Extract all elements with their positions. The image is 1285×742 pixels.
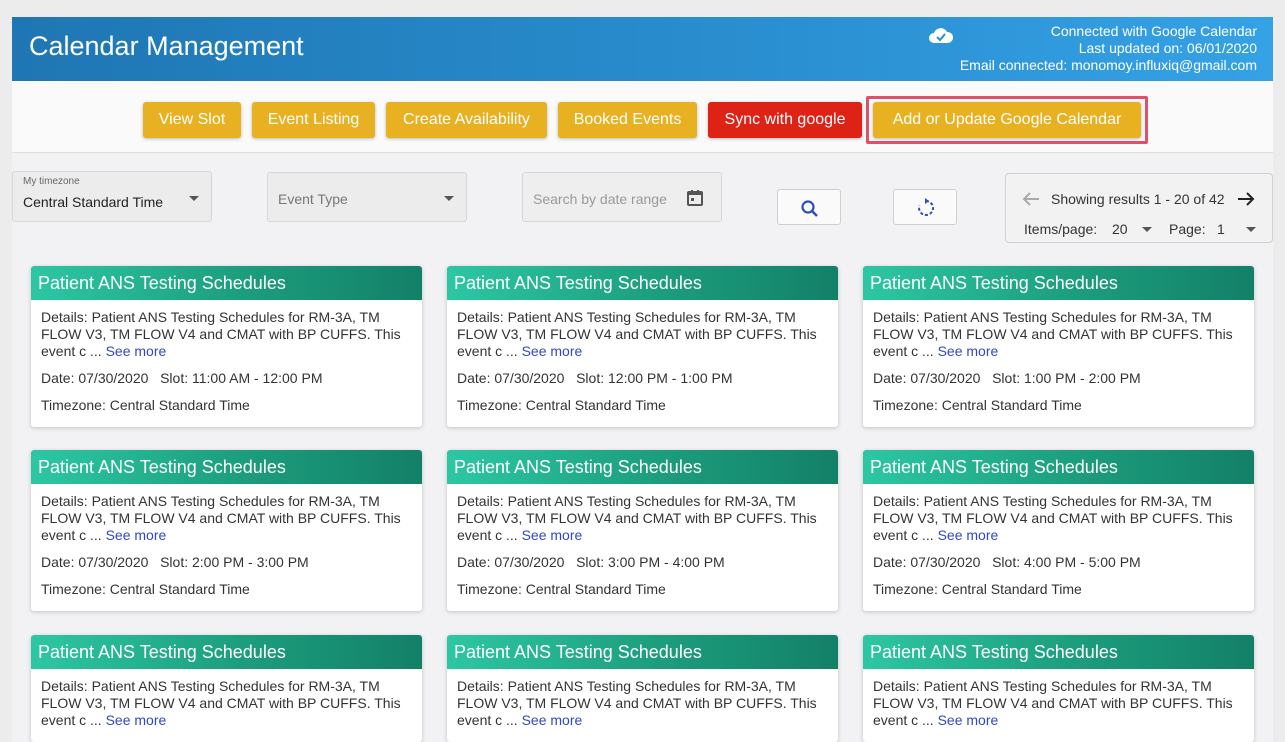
pagination-panel: Showing results 1 - 20 of 42 Items/page:… [1005, 173, 1273, 243]
event-date: Date: 07/30/2020 [457, 554, 565, 570]
chevron-down-icon [444, 196, 454, 201]
event-timezone: Timezone: Central Standard Time [41, 397, 250, 413]
event-card[interactable]: Patient ANS Testing Schedules Details: P… [447, 635, 838, 742]
see-more-link[interactable]: See more [522, 712, 583, 728]
app-header: Calendar Management Connected with Googl… [12, 17, 1273, 81]
event-listing-button[interactable]: Event Listing [252, 102, 375, 138]
event-slot: Slot: 12:00 PM - 1:00 PM [576, 370, 733, 386]
view-slot-button[interactable]: View Slot [143, 102, 241, 138]
see-more-link[interactable]: See more [106, 527, 167, 543]
chevron-down-icon[interactable] [1142, 227, 1152, 232]
event-date: Date: 07/30/2020 [873, 370, 981, 386]
cloud-check-icon [929, 28, 954, 43]
timezone-value: Central Standard Time [23, 194, 164, 210]
chevron-down-icon [189, 196, 199, 201]
sync-google-button[interactable]: Sync with google [708, 102, 862, 138]
page-label: Page: [1169, 221, 1206, 237]
connection-status: Connected with Google Calendar Last upda… [960, 23, 1257, 74]
event-slot: Slot: 11:00 AM - 12:00 PM [160, 370, 323, 386]
event-type-placeholder: Event Type [278, 191, 348, 207]
event-details: Details: Patient ANS Testing Schedules f… [41, 493, 401, 543]
action-toolbar: View Slot Event Listing Create Availabil… [12, 81, 1273, 153]
event-card-title: Patient ANS Testing Schedules [447, 450, 838, 484]
arrow-left-icon[interactable] [1022, 191, 1040, 207]
event-details: Details: Patient ANS Testing Schedules f… [41, 678, 401, 728]
event-details: Details: Patient ANS Testing Schedules f… [41, 309, 401, 359]
see-more-link[interactable]: See more [938, 712, 999, 728]
event-details: Details: Patient ANS Testing Schedules f… [457, 493, 817, 543]
event-card[interactable]: Patient ANS Testing Schedules Details: P… [447, 450, 838, 611]
event-type-select[interactable]: Event Type [267, 172, 467, 222]
filter-bar: My timezone Central Standard Time Event … [12, 171, 1273, 247]
event-card[interactable]: Patient ANS Testing Schedules Details: P… [31, 266, 422, 427]
event-details: Details: Patient ANS Testing Schedules f… [873, 309, 1233, 359]
create-availability-button[interactable]: Create Availability [386, 102, 547, 138]
event-card[interactable]: Patient ANS Testing Schedules Details: P… [863, 635, 1254, 742]
event-card-title: Patient ANS Testing Schedules [863, 635, 1254, 669]
booked-events-button[interactable]: Booked Events [558, 102, 697, 138]
event-date: Date: 07/30/2020 [41, 554, 149, 570]
event-card[interactable]: Patient ANS Testing Schedules Details: P… [447, 266, 838, 427]
date-range-input[interactable]: Search by date range [522, 172, 722, 222]
refresh-icon [918, 198, 935, 216]
event-card-title: Patient ANS Testing Schedules [863, 450, 1254, 484]
see-more-link[interactable]: See more [938, 343, 999, 359]
email-connected-line: Email connected: monomoy.influxiq@gmail.… [959, 57, 1257, 73]
date-range-placeholder: Search by date range [533, 191, 667, 207]
event-timezone: Timezone: Central Standard Time [873, 581, 1082, 597]
event-card-title: Patient ANS Testing Schedules [447, 266, 838, 300]
see-more-link[interactable]: See more [106, 343, 167, 359]
arrow-right-icon[interactable] [1237, 191, 1255, 207]
see-more-link[interactable]: See more [522, 527, 583, 543]
event-slot: Slot: 1:00 PM - 2:00 PM [992, 370, 1141, 386]
timezone-select[interactable]: My timezone Central Standard Time [12, 171, 212, 222]
see-more-link[interactable]: See more [106, 712, 167, 728]
event-card-title: Patient ANS Testing Schedules [31, 450, 422, 484]
event-details: Details: Patient ANS Testing Schedules f… [873, 678, 1233, 728]
event-details: Details: Patient ANS Testing Schedules f… [873, 493, 1233, 543]
event-slot: Slot: 4:00 PM - 5:00 PM [992, 554, 1141, 570]
search-button[interactable] [777, 189, 841, 225]
page-title: Calendar Management [29, 31, 304, 61]
event-date: Date: 07/30/2020 [457, 370, 565, 386]
event-card-title: Patient ANS Testing Schedules [863, 266, 1254, 300]
app-frame: Calendar Management Connected with Googl… [12, 17, 1273, 742]
event-card-title: Patient ANS Testing Schedules [31, 266, 422, 300]
see-more-link[interactable]: See more [522, 343, 583, 359]
event-slot: Slot: 2:00 PM - 3:00 PM [160, 554, 309, 570]
event-slot: Slot: 3:00 PM - 4:00 PM [576, 554, 725, 570]
event-date: Date: 07/30/2020 [873, 554, 981, 570]
event-timezone: Timezone: Central Standard Time [457, 581, 666, 597]
showing-results: Showing results 1 - 20 of 42 [1051, 191, 1225, 207]
event-card-title: Patient ANS Testing Schedules [447, 635, 838, 669]
event-card[interactable]: Patient ANS Testing Schedules Details: P… [863, 450, 1254, 611]
last-updated-line: Last updated on: 06/01/2020 [1078, 40, 1257, 56]
event-card-title: Patient ANS Testing Schedules [31, 635, 422, 669]
event-timezone: Timezone: Central Standard Time [873, 397, 1082, 413]
event-card[interactable]: Patient ANS Testing Schedules Details: P… [863, 266, 1254, 427]
page-value[interactable]: 1 [1217, 221, 1225, 237]
calendar-icon[interactable] [686, 189, 704, 207]
chevron-down-icon[interactable] [1246, 227, 1256, 232]
search-icon [801, 200, 818, 217]
add-update-google-calendar-button[interactable]: Add or Update Google Calendar [873, 102, 1141, 138]
items-per-page-label: Items/page: [1024, 221, 1098, 237]
event-details: Details: Patient ANS Testing Schedules f… [457, 309, 817, 359]
event-card[interactable]: Patient ANS Testing Schedules Details: P… [31, 635, 422, 742]
event-timezone: Timezone: Central Standard Time [41, 581, 250, 597]
event-date: Date: 07/30/2020 [41, 370, 149, 386]
event-card[interactable]: Patient ANS Testing Schedules Details: P… [31, 450, 422, 611]
see-more-link[interactable]: See more [938, 527, 999, 543]
timezone-label: My timezone [23, 176, 80, 187]
event-details: Details: Patient ANS Testing Schedules f… [457, 678, 817, 728]
event-timezone: Timezone: Central Standard Time [457, 397, 666, 413]
event-card-grid: Patient ANS Testing Schedules Details: P… [12, 247, 1273, 742]
refresh-button[interactable] [893, 189, 957, 225]
items-per-page-value[interactable]: 20 [1112, 221, 1128, 237]
connection-status-line: Connected with Google Calendar [1050, 23, 1257, 39]
